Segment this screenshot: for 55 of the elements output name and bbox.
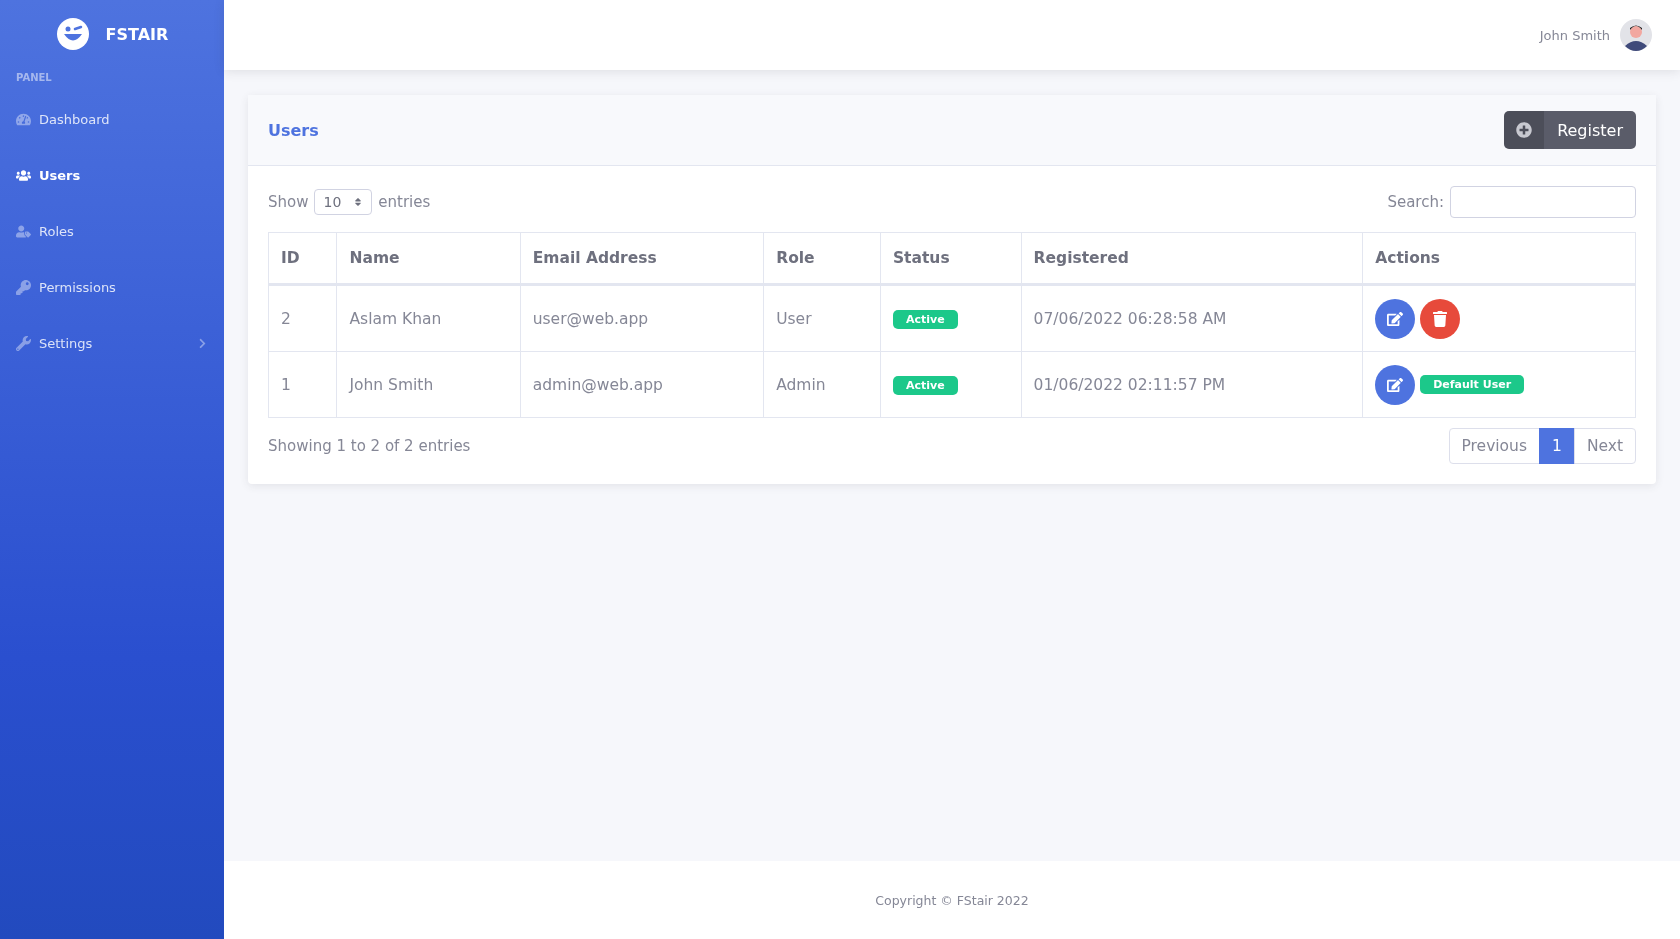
key-icon — [16, 279, 31, 295]
table-cell: Aslam Khan — [336, 284, 521, 352]
copyright-text: Copyright © FStair 2022 — [875, 892, 1029, 908]
sidebar-section-heading: PANEL — [16, 72, 53, 83]
user-avatar[interactable] — [1620, 19, 1652, 51]
sidebar-item[interactable]: Users — [16, 147, 208, 203]
edit-icon — [1387, 376, 1404, 393]
edit-button[interactable] — [1375, 364, 1416, 405]
column-header[interactable]: Role — [763, 232, 881, 285]
edit-icon — [1387, 310, 1404, 327]
table-info: Showing 1 to 2 of 2 entries — [268, 437, 471, 455]
table-cell: 07/06/2022 06:28:58 AM — [1021, 284, 1363, 352]
column-header[interactable]: Actions — [1362, 232, 1636, 285]
wrench-icon — [16, 335, 31, 351]
status-badge: Active — [892, 309, 958, 329]
search-label: Search: — [1387, 193, 1444, 211]
sidebar-item[interactable]: Permissions — [16, 259, 208, 315]
winking-face-logo-icon — [55, 17, 90, 51]
column-header[interactable]: Registered — [1021, 232, 1363, 285]
table-cell: user@web.app — [520, 284, 764, 352]
users-icon — [16, 167, 31, 183]
sidebar-item[interactable]: Settings — [16, 315, 208, 371]
sidebar-item[interactable]: Dashboard — [16, 91, 208, 147]
pagination-button[interactable]: Previous — [1448, 428, 1540, 464]
column-header[interactable]: Email Address — [520, 232, 764, 285]
sort-arrows-icon — [353, 197, 364, 207]
gauge-icon — [16, 111, 31, 127]
table-cell: John Smith — [336, 351, 521, 418]
search-field[interactable] — [1450, 186, 1636, 218]
show-label: Show — [268, 193, 309, 211]
register-button[interactable]: Register — [1504, 111, 1636, 149]
column-header[interactable]: ID — [268, 232, 337, 285]
column-header[interactable]: Status — [880, 232, 1022, 285]
column-header[interactable]: Name — [336, 232, 521, 285]
default-user-badge: Default User — [1420, 375, 1525, 394]
table-cell: 2 — [268, 284, 337, 352]
table-cell: 01/06/2022 02:11:57 PM — [1021, 351, 1363, 418]
table-cell: User — [763, 284, 881, 352]
entries-select[interactable]: 10 — [314, 189, 373, 215]
table-cell: admin@web.app — [520, 351, 764, 418]
user-tag-icon — [16, 223, 31, 239]
edit-button[interactable] — [1375, 298, 1416, 339]
user-name: John Smith — [1539, 27, 1610, 43]
table-cell: 1 — [268, 351, 337, 418]
entries-label: entries — [378, 193, 431, 211]
sidebar-item[interactable]: Roles — [16, 203, 208, 259]
trash-icon — [1432, 310, 1449, 327]
pagination-button[interactable]: 1 — [1539, 428, 1575, 464]
pagination-button[interactable]: Next — [1573, 428, 1636, 464]
plus-icon — [1504, 111, 1545, 149]
brand-name: FSTAIR — [105, 24, 169, 44]
card-title: Users — [268, 120, 319, 140]
status-badge: Active — [892, 375, 958, 395]
table-cell: Admin — [763, 351, 881, 418]
delete-button[interactable] — [1420, 298, 1461, 339]
